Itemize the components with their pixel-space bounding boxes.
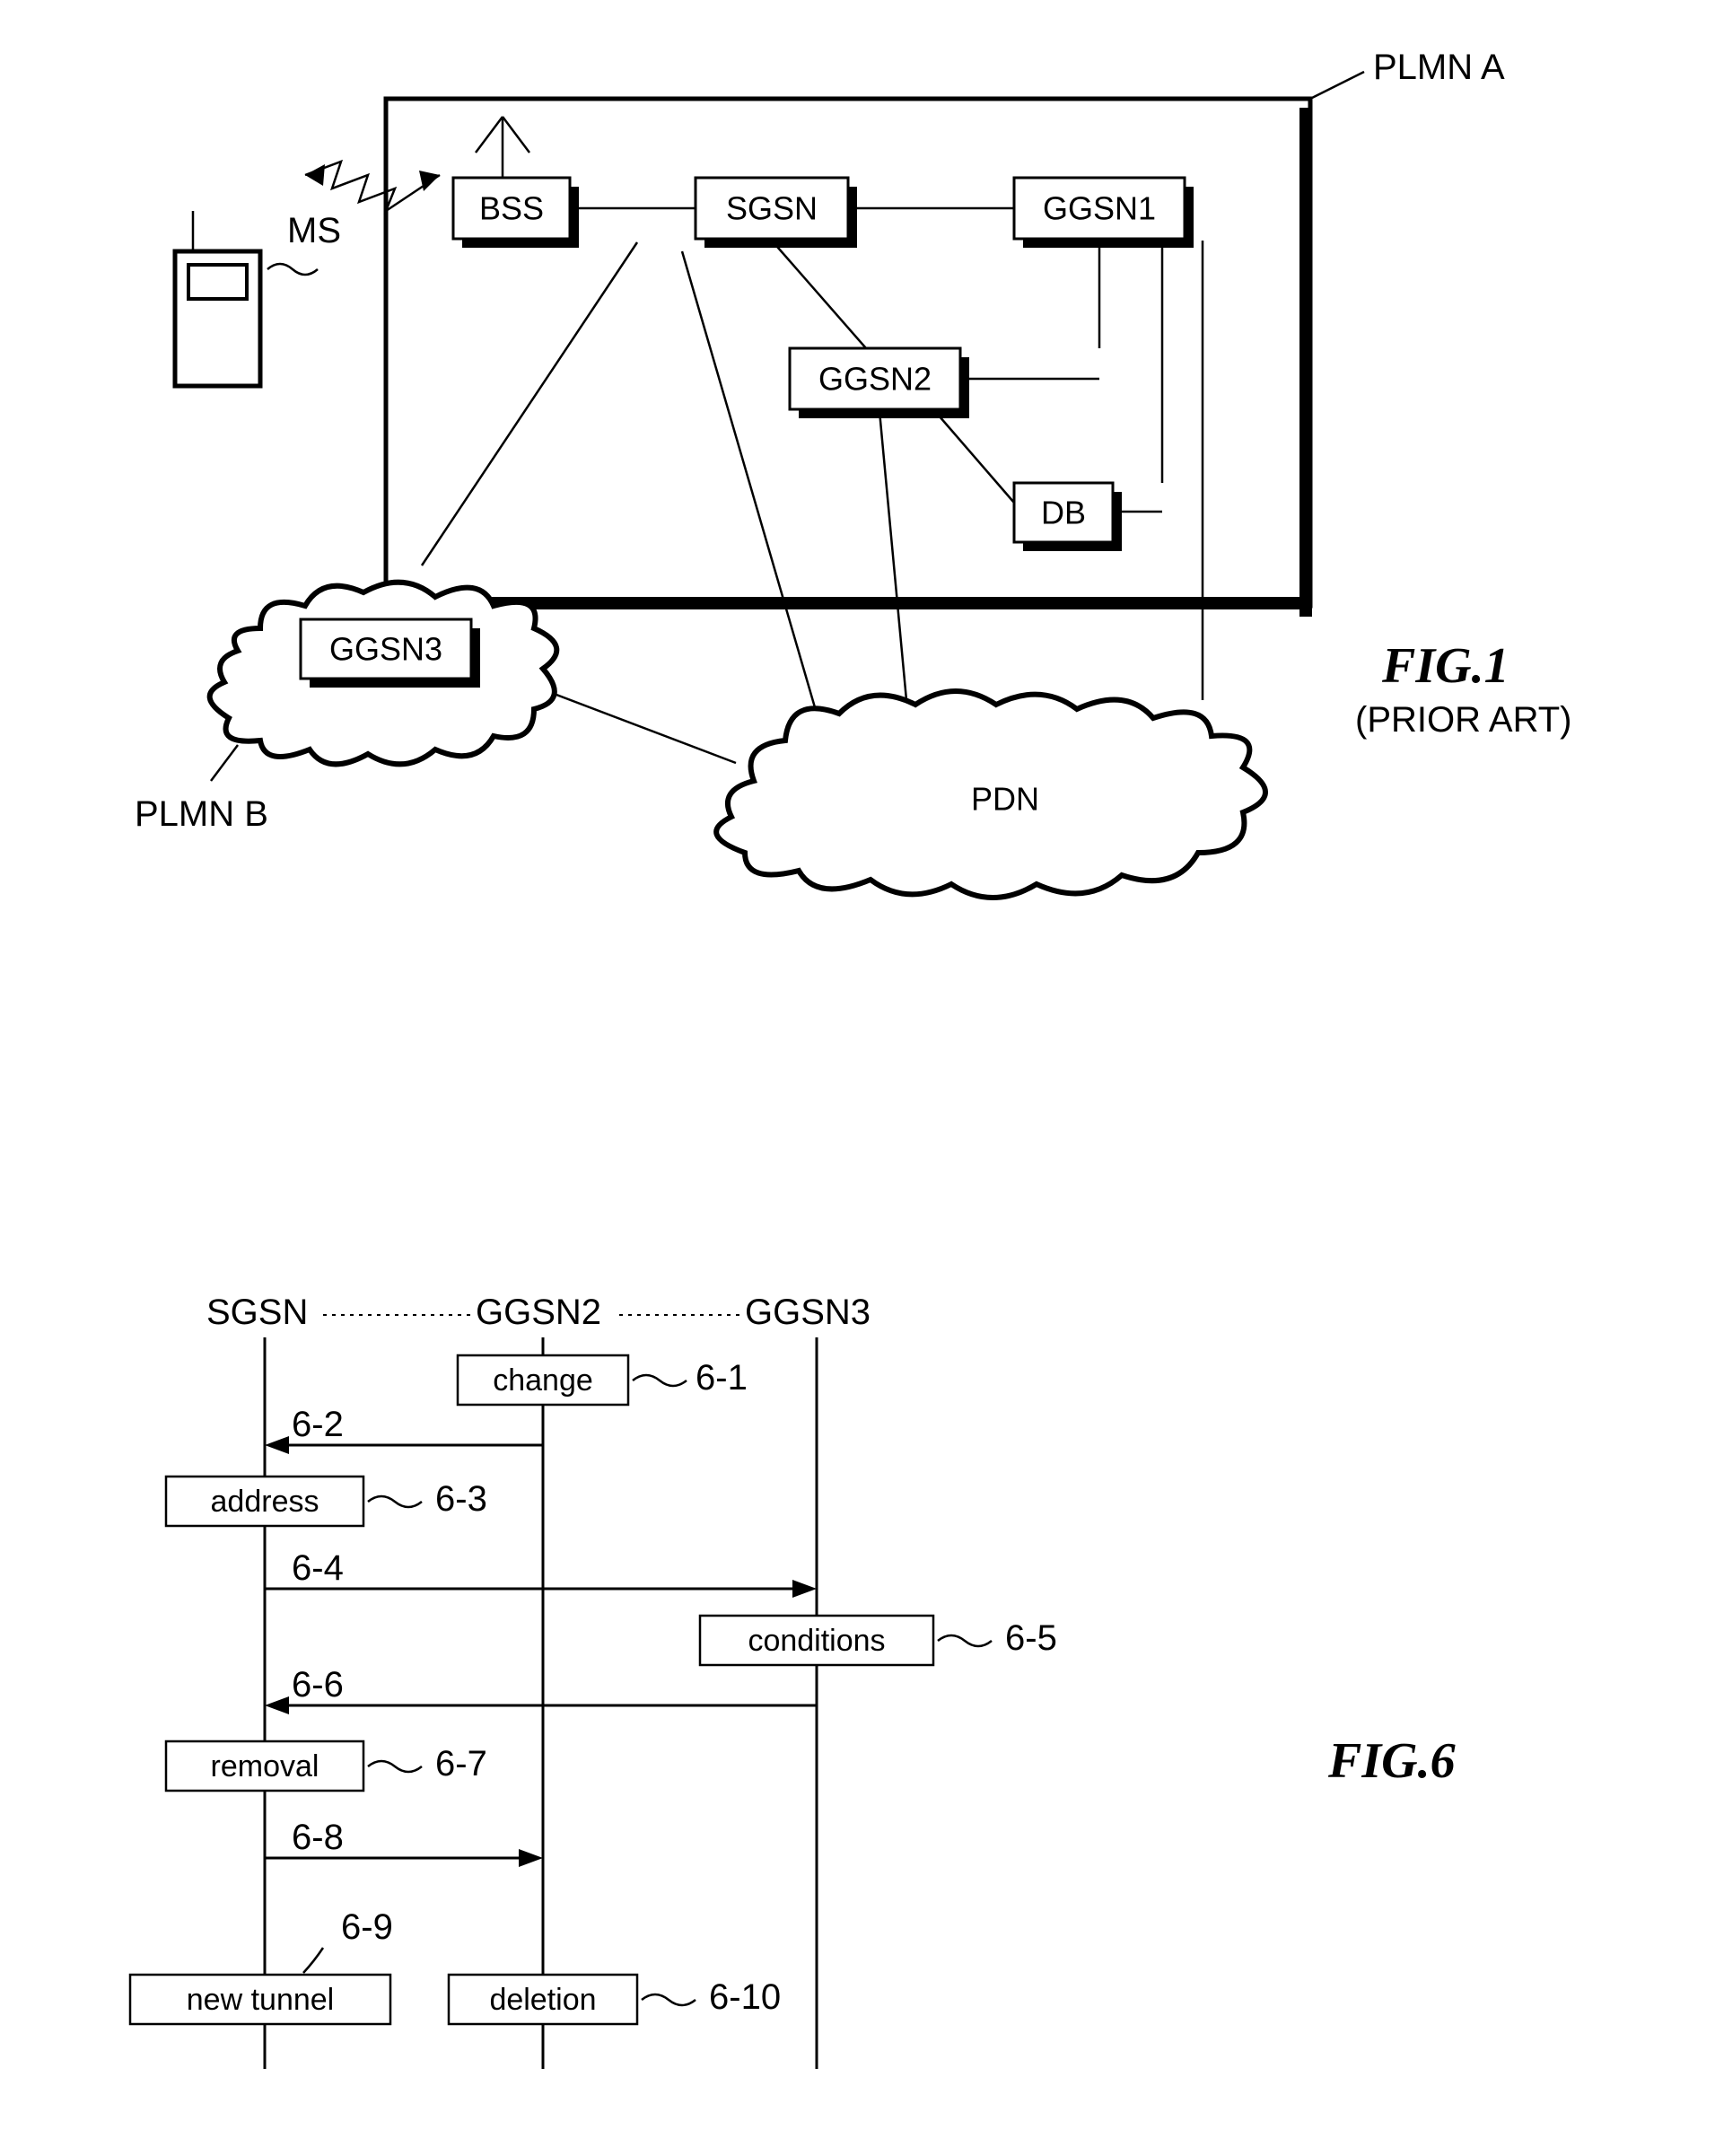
- leader-6-10: [642, 1994, 696, 2005]
- link-sgsn-ggsn2: [772, 241, 866, 348]
- ms-leader: [267, 264, 318, 275]
- bss-node: BSS: [453, 178, 579, 248]
- svg-text:SGSN: SGSN: [726, 190, 818, 227]
- link-ggsn2-pdn: [879, 411, 906, 700]
- num-6-3: 6-3: [435, 1479, 487, 1519]
- fig1-title: FIG.1: [1381, 638, 1509, 694]
- num-6-7: 6-7: [435, 1744, 487, 1784]
- fig6-header-ggsn3: GGSN3: [745, 1293, 871, 1332]
- svg-text:BSS: BSS: [479, 190, 544, 227]
- num-6-9: 6-9: [341, 1907, 393, 1947]
- ggsn2-node: GGSN2: [790, 348, 969, 418]
- plmn-a-leader: [1310, 72, 1364, 99]
- antenna-icon: [476, 117, 529, 178]
- link-sgsn-ggsn3: [422, 242, 637, 565]
- svg-text:DB: DB: [1041, 495, 1086, 531]
- ms-icon: [175, 211, 260, 386]
- num-6-1: 6-1: [696, 1358, 748, 1398]
- sgsn-node: SGSN: [696, 178, 857, 248]
- step-address: address: [211, 1485, 319, 1519]
- leader-6-5: [938, 1635, 992, 1646]
- plmn-b-leader: [211, 745, 238, 781]
- plmn-b-label: PLMN B: [135, 794, 268, 834]
- num-6-2: 6-2: [292, 1405, 344, 1444]
- svg-text:GGSN2: GGSN2: [818, 361, 932, 398]
- ggsn1-node: GGSN1: [1014, 178, 1194, 248]
- num-6-5: 6-5: [1005, 1618, 1057, 1658]
- num-6-8: 6-8: [292, 1818, 344, 1857]
- svg-text:GGSN3: GGSN3: [329, 631, 442, 668]
- ms-label: MS: [287, 211, 341, 250]
- fig6-header-ggsn2: GGSN2: [476, 1293, 601, 1332]
- ggsn3-node: GGSN3: [301, 619, 480, 688]
- fig6-header-sgsn: SGSN: [206, 1293, 308, 1332]
- leader-6-3: [368, 1496, 422, 1507]
- step-removal: removal: [211, 1749, 319, 1784]
- plmn-a-label: PLMN A: [1373, 48, 1505, 87]
- num-6-4: 6-4: [292, 1548, 344, 1588]
- link-ggsn2-db: [933, 409, 1014, 503]
- db-node: DB: [1014, 483, 1122, 551]
- num-6-6: 6-6: [292, 1665, 344, 1705]
- fig6-title: FIG.6: [1327, 1733, 1456, 1789]
- leader-6-9: [303, 1948, 323, 1973]
- radio-arrow-icon: [305, 162, 440, 211]
- step-conditions: conditions: [748, 1624, 885, 1658]
- step-change: change: [493, 1363, 593, 1398]
- step-newtunnel: new tunnel: [187, 1983, 334, 2017]
- fig1-subtitle: (PRIOR ART): [1355, 700, 1572, 740]
- leader-6-1: [633, 1375, 687, 1386]
- leader-6-7: [368, 1761, 422, 1772]
- num-6-10: 6-10: [709, 1977, 781, 2017]
- step-deletion: deletion: [489, 1983, 596, 2017]
- link-sgsn-pdn: [682, 251, 817, 714]
- pdn-label: PDN: [971, 781, 1039, 818]
- svg-text:GGSN1: GGSN1: [1043, 190, 1156, 227]
